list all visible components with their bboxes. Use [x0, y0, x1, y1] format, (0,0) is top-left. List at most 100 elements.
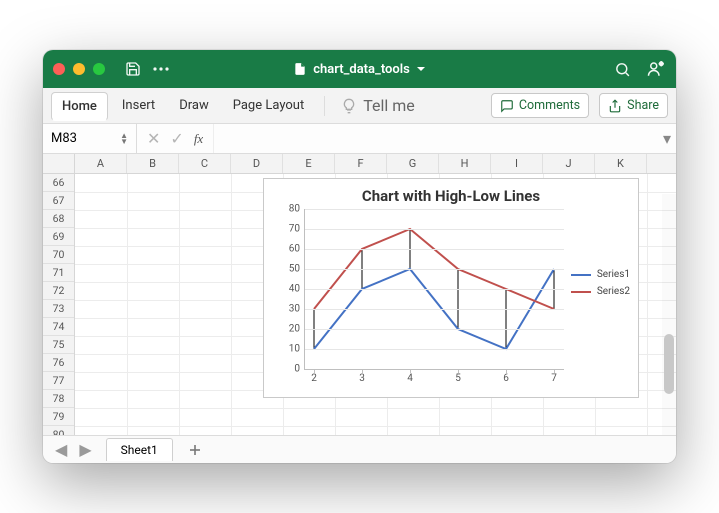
row-header[interactable]: 67 — [43, 192, 74, 210]
y-tick-label: 70 — [280, 224, 300, 235]
y-tick-label: 80 — [280, 204, 300, 215]
column-header[interactable]: C — [179, 154, 231, 173]
excel-window: chart_data_tools Home Insert Draw Page L… — [43, 50, 676, 463]
tab-draw[interactable]: Draw — [169, 92, 219, 119]
accept-formula-icon[interactable]: ✓ — [170, 129, 183, 148]
tell-me[interactable]: Tell me — [341, 96, 415, 115]
column-header[interactable]: B — [127, 154, 179, 173]
titlebar: chart_data_tools — [43, 50, 676, 88]
x-tick-label: 2 — [311, 373, 317, 384]
comment-icon — [500, 99, 514, 113]
column-header[interactable]: H — [439, 154, 491, 173]
file-icon — [293, 62, 307, 76]
column-header[interactable]: E — [283, 154, 335, 173]
y-tick-label: 0 — [280, 364, 300, 375]
chevron-down-icon[interactable] — [416, 64, 426, 74]
sheet-nav-prev-icon[interactable]: ◀ — [51, 440, 71, 459]
vertical-scrollbar[interactable] — [662, 194, 676, 435]
tab-insert[interactable]: Insert — [112, 92, 165, 119]
formula-bar-expand-icon[interactable]: ▾ — [658, 129, 676, 148]
formula-bar[interactable] — [213, 124, 658, 153]
row-header[interactable]: 79 — [43, 408, 74, 426]
vertical-scroll-thumb[interactable] — [664, 334, 674, 394]
row-header[interactable]: 78 — [43, 390, 74, 408]
legend-swatch-2 — [571, 291, 591, 293]
save-icon[interactable] — [123, 59, 143, 79]
y-tick-label: 40 — [280, 284, 300, 295]
minimize-window-button[interactable] — [73, 63, 85, 75]
x-tick-label: 6 — [503, 373, 509, 384]
share-icon — [608, 99, 622, 113]
spreadsheet-grid: ABCDEFGHIJK 6667686970717273747576777879… — [43, 154, 676, 435]
formula-tools: ✕ ✓ fx — [137, 129, 213, 148]
column-header[interactable]: K — [595, 154, 647, 173]
x-tick-label: 5 — [455, 373, 461, 384]
embedded-chart[interactable]: Chart with High-Low Lines 01020304050607… — [263, 178, 639, 398]
tab-page-layout[interactable]: Page Layout — [223, 92, 315, 119]
legend-swatch-1 — [571, 274, 591, 276]
chart-legend: Series1 Series2 — [571, 269, 630, 303]
row-header[interactable]: 70 — [43, 246, 74, 264]
name-box-value: M83 — [51, 131, 77, 146]
share-label: Share — [627, 98, 659, 113]
legend-label-2: Series2 — [597, 286, 630, 297]
column-header[interactable]: I — [491, 154, 543, 173]
column-header[interactable]: A — [75, 154, 127, 173]
legend-label-1: Series1 — [597, 269, 630, 280]
cells-area[interactable]: Chart with High-Low Lines 01020304050607… — [75, 174, 676, 435]
sheet-tab-bar: ◀ ▶ Sheet1 — [43, 435, 676, 463]
x-tick-label: 7 — [551, 373, 557, 384]
row-header[interactable]: 66 — [43, 174, 74, 192]
row-header[interactable]: 69 — [43, 228, 74, 246]
y-tick-label: 10 — [280, 344, 300, 355]
row-header[interactable]: 73 — [43, 300, 74, 318]
row-headers: 66676869707172737475767778798081 — [43, 174, 75, 435]
comments-label: Comments — [519, 98, 580, 113]
cancel-formula-icon[interactable]: ✕ — [147, 129, 160, 148]
column-header[interactable]: D — [231, 154, 283, 173]
row-header[interactable]: 76 — [43, 354, 74, 372]
add-sheet-button[interactable] — [185, 440, 205, 460]
row-header[interactable]: 77 — [43, 372, 74, 390]
row-header[interactable]: 75 — [43, 336, 74, 354]
tell-me-label: Tell me — [363, 96, 415, 115]
select-all-corner[interactable] — [43, 154, 75, 174]
row-header[interactable]: 71 — [43, 264, 74, 282]
row-header[interactable]: 80 — [43, 426, 74, 435]
y-tick-label: 20 — [280, 324, 300, 335]
row-header[interactable]: 68 — [43, 210, 74, 228]
share-button[interactable]: Share — [599, 93, 668, 118]
divider — [324, 96, 325, 116]
column-header[interactable]: F — [335, 154, 387, 173]
plus-icon — [189, 444, 201, 456]
close-window-button[interactable] — [53, 63, 65, 75]
sheet-tab-sheet1[interactable]: Sheet1 — [106, 438, 173, 461]
comments-button[interactable]: Comments — [491, 93, 589, 118]
x-tick-label: 4 — [407, 373, 413, 384]
name-box-stepper[interactable]: ▲▼ — [120, 133, 128, 145]
formula-bar-row: M83 ▲▼ ✕ ✓ fx ▾ — [43, 124, 676, 154]
chart-plot-area: 01020304050607080234567 — [304, 209, 564, 369]
column-header[interactable]: J — [543, 154, 595, 173]
legend-item-series2: Series2 — [571, 286, 630, 297]
tab-home[interactable]: Home — [51, 92, 108, 121]
y-tick-label: 60 — [280, 244, 300, 255]
column-header[interactable]: G — [387, 154, 439, 173]
window-controls — [53, 63, 105, 75]
row-header[interactable]: 72 — [43, 282, 74, 300]
y-tick-label: 50 — [280, 264, 300, 275]
search-icon[interactable] — [612, 59, 632, 79]
chart-title: Chart with High-Low Lines — [264, 187, 638, 205]
y-tick-label: 30 — [280, 304, 300, 315]
legend-item-series1: Series1 — [571, 269, 630, 280]
share-people-icon[interactable] — [646, 59, 666, 79]
x-tick-label: 3 — [359, 373, 365, 384]
more-icon[interactable] — [151, 59, 171, 79]
fx-icon[interactable]: fx — [194, 131, 203, 147]
zoom-window-button[interactable] — [93, 63, 105, 75]
lightbulb-icon — [341, 98, 357, 114]
sheet-nav-next-icon[interactable]: ▶ — [75, 440, 95, 459]
column-headers: ABCDEFGHIJK — [75, 154, 676, 174]
row-header[interactable]: 74 — [43, 318, 74, 336]
name-box[interactable]: M83 ▲▼ — [43, 124, 137, 153]
